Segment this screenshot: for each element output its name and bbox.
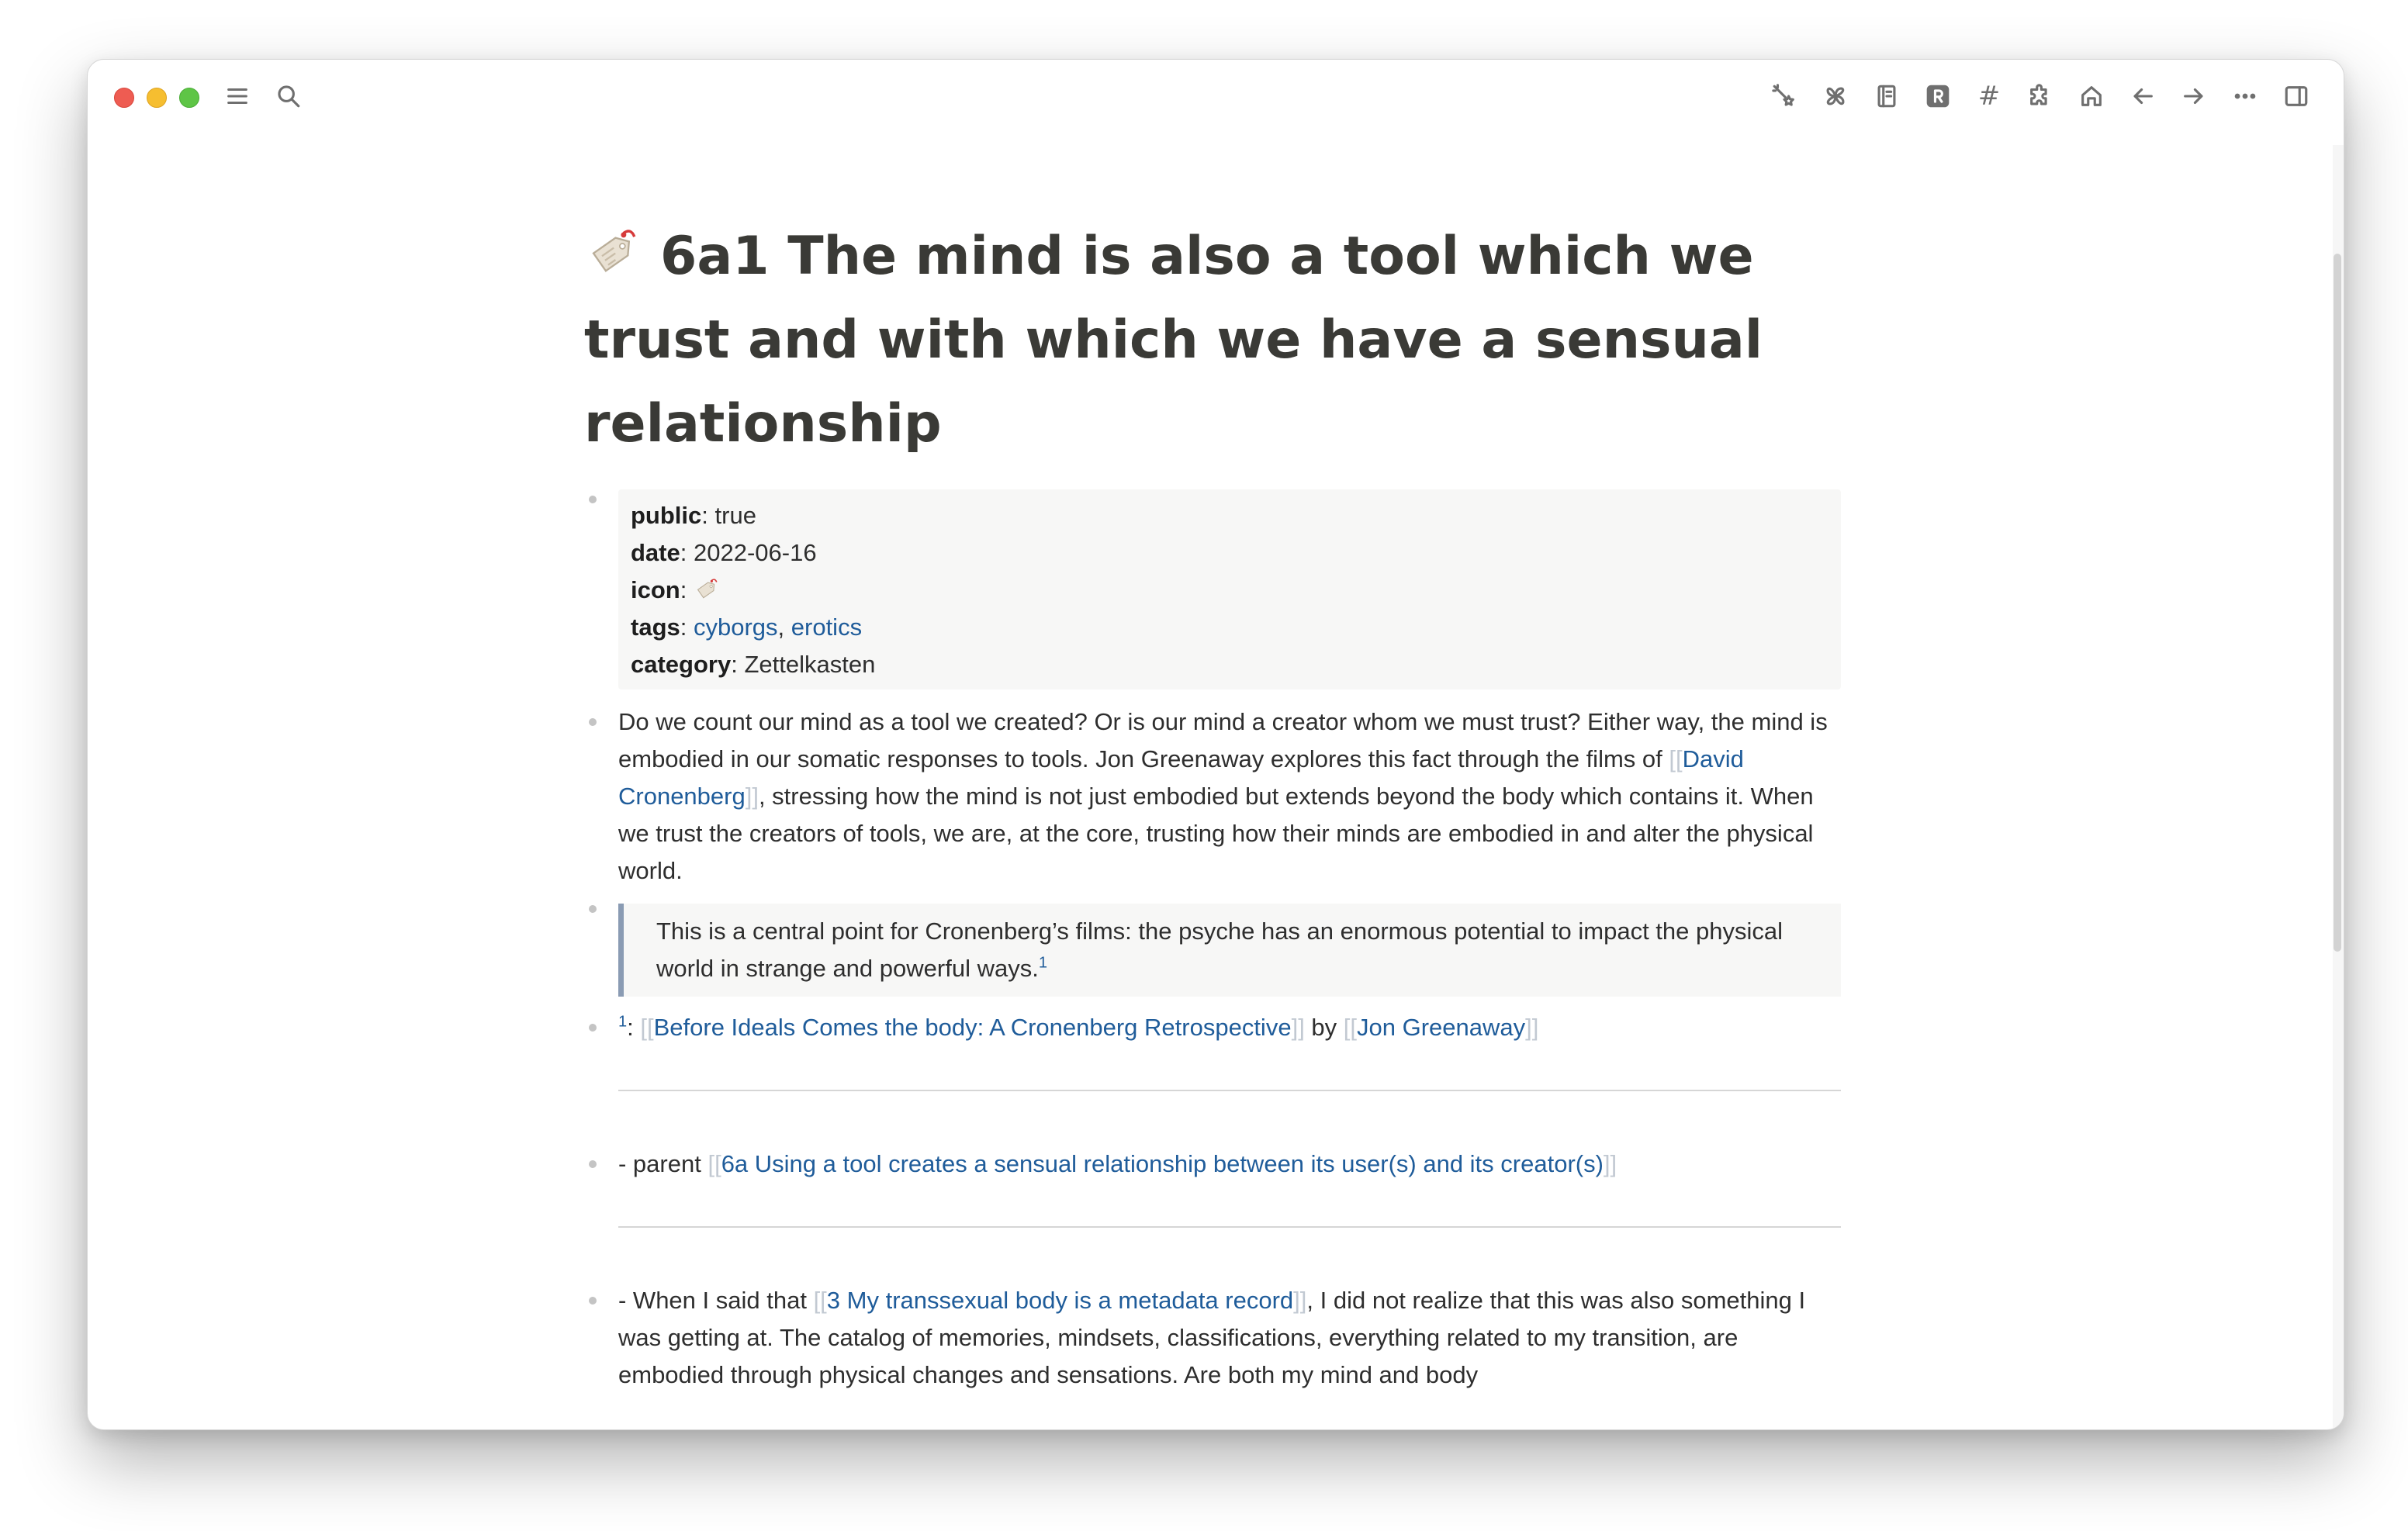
block-bullet[interactable]	[589, 718, 597, 726]
page-title-text: 6a1 The mind is also a tool which we tru…	[584, 226, 1763, 454]
blockquote: This is a central point for Cronenberg’s…	[618, 904, 1841, 997]
book-icon[interactable]	[1869, 78, 1905, 114]
quote-block[interactable]: This is a central point for Cronenberg’s…	[584, 904, 1841, 997]
price-tag-icon	[697, 579, 718, 599]
footnote-reference[interactable]: 1	[1039, 955, 1047, 972]
block-bullet[interactable]	[589, 496, 597, 503]
property-icon: icon:	[631, 572, 1828, 609]
sidebar-toggle-icon[interactable]	[2278, 78, 2314, 114]
property-public: public: true	[631, 502, 756, 529]
properties-panel[interactable]: public: true date: 2022-06-16 icon: tags…	[618, 489, 1841, 689]
pinwheel-icon[interactable]	[1818, 78, 1853, 114]
window-controls	[114, 88, 199, 108]
block-bullet[interactable]	[589, 1160, 597, 1168]
horizontal-divider	[618, 1090, 1841, 1091]
scrollbar-thumb[interactable]	[2334, 254, 2341, 952]
footnote-block[interactable]: 1: [[Before Ideals Comes the body: A Cro…	[584, 1009, 1841, 1046]
tag-link-erotics[interactable]: erotics	[791, 613, 862, 641]
horizontal-divider	[618, 1226, 1841, 1228]
page-link-parent[interactable]: 6a Using a tool creates a sensual relati…	[721, 1150, 1604, 1177]
more-icon[interactable]	[2227, 78, 2263, 114]
arrow-left-icon[interactable]	[2125, 78, 2161, 114]
block-bullet[interactable]	[589, 905, 597, 913]
page-title[interactable]: 6a1 The mind is also a tool which we tru…	[584, 215, 1841, 466]
page-link-metadata-record[interactable]: 3 My transsexual body is a metadata reco…	[827, 1287, 1293, 1314]
property-category: category: Zettelkasten	[631, 651, 876, 678]
property-date: date: 2022-06-16	[631, 539, 817, 566]
r-badge-icon[interactable]	[1920, 78, 1956, 114]
paragraph-block[interactable]: - When I said that [[3 My transsexual bo…	[584, 1282, 1841, 1394]
app-window: # 6a1 The mind is also a tool which we t…	[87, 59, 2344, 1430]
block-bullet[interactable]	[589, 1297, 597, 1305]
arrow-right-icon[interactable]	[2176, 78, 2212, 114]
tag-link-cyborgs[interactable]: cyborgs	[694, 613, 778, 641]
hashtag-icon[interactable]: #	[1971, 78, 2007, 114]
page-link-jon-greenaway[interactable]: Jon Greenaway	[1357, 1014, 1525, 1041]
home-icon[interactable]	[2074, 78, 2109, 114]
block-bullet[interactable]	[589, 1024, 597, 1032]
price-tag-icon	[592, 230, 636, 272]
menu-icon[interactable]	[220, 78, 255, 114]
puzzle-icon[interactable]	[2022, 78, 2058, 114]
toolbar-right: #	[1766, 78, 2314, 114]
paragraph-block[interactable]: Do we count our mind as a tool we create…	[584, 703, 1841, 890]
page-content: 6a1 The mind is also a tool which we tru…	[584, 168, 1841, 1394]
close-window-button[interactable]	[114, 88, 134, 108]
properties-block[interactable]: public: true date: 2022-06-16 icon: tags…	[584, 489, 1841, 689]
scrollbar-track[interactable]	[2333, 145, 2344, 1429]
search-icon[interactable]	[271, 78, 306, 114]
magic-wand-icon[interactable]	[1766, 78, 1802, 114]
property-tags: tags: cyborgs, erotics	[631, 613, 863, 641]
toolbar-left	[220, 78, 306, 114]
page-link-cronenberg-retrospective[interactable]: Before Ideals Comes the body: A Cronenbe…	[654, 1014, 1292, 1041]
minimize-window-button[interactable]	[147, 88, 167, 108]
desktop-background: # 6a1 The mind is also a tool which we t…	[0, 0, 2408, 1531]
parent-block[interactable]: - parent [[6a Using a tool creates a sen…	[584, 1146, 1841, 1183]
zoom-window-button[interactable]	[179, 88, 199, 108]
